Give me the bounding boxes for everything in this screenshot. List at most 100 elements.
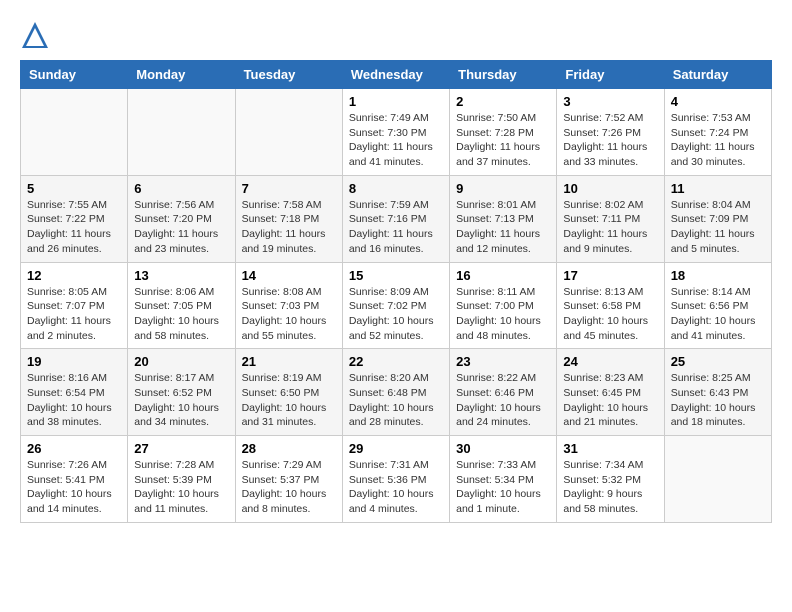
- calendar-cell: 10 Sunrise: 8:02 AM Sunset: 7:11 PM Dayli…: [557, 175, 664, 262]
- logo-icon: [20, 20, 50, 50]
- day-info: Sunrise: 7:49 AM Sunset: 7:30 PM Dayligh…: [349, 111, 443, 170]
- day-info: Sunrise: 8:01 AM Sunset: 7:13 PM Dayligh…: [456, 198, 550, 257]
- day-info: Sunrise: 8:13 AM Sunset: 6:58 PM Dayligh…: [563, 285, 657, 344]
- day-info: Sunrise: 8:22 AM Sunset: 6:46 PM Dayligh…: [456, 371, 550, 430]
- calendar-cell: 19 Sunrise: 8:16 AM Sunset: 6:54 PM Dayli…: [21, 349, 128, 436]
- column-header-saturday: Saturday: [664, 61, 771, 89]
- week-row-5: 26 Sunrise: 7:26 AM Sunset: 5:41 PM Dayli…: [21, 436, 772, 523]
- day-number: 11: [671, 181, 765, 196]
- day-number: 3: [563, 94, 657, 109]
- day-info: Sunrise: 7:26 AM Sunset: 5:41 PM Dayligh…: [27, 458, 121, 517]
- calendar-cell: 22 Sunrise: 8:20 AM Sunset: 6:48 PM Dayli…: [342, 349, 449, 436]
- calendar-cell: 14 Sunrise: 8:08 AM Sunset: 7:03 PM Dayli…: [235, 262, 342, 349]
- day-number: 26: [27, 441, 121, 456]
- day-info: Sunrise: 8:04 AM Sunset: 7:09 PM Dayligh…: [671, 198, 765, 257]
- calendar-cell: 6 Sunrise: 7:56 AM Sunset: 7:20 PM Daylig…: [128, 175, 235, 262]
- day-number: 6: [134, 181, 228, 196]
- day-info: Sunrise: 7:50 AM Sunset: 7:28 PM Dayligh…: [456, 111, 550, 170]
- calendar-cell: 17 Sunrise: 8:13 AM Sunset: 6:58 PM Dayli…: [557, 262, 664, 349]
- calendar-cell: [21, 89, 128, 176]
- day-info: Sunrise: 8:23 AM Sunset: 6:45 PM Dayligh…: [563, 371, 657, 430]
- calendar-cell: 21 Sunrise: 8:19 AM Sunset: 6:50 PM Dayli…: [235, 349, 342, 436]
- day-info: Sunrise: 7:52 AM Sunset: 7:26 PM Dayligh…: [563, 111, 657, 170]
- calendar-cell: 25 Sunrise: 8:25 AM Sunset: 6:43 PM Dayli…: [664, 349, 771, 436]
- calendar-table: SundayMondayTuesdayWednesdayThursdayFrid…: [20, 60, 772, 523]
- week-row-1: 1Sunrise: 7:49 AM Sunset: 7:30 PM Daylig…: [21, 89, 772, 176]
- calendar-cell: 7Sunrise: 7:58 AM Sunset: 7:18 PM Daylig…: [235, 175, 342, 262]
- calendar-cell: 16 Sunrise: 8:11 AM Sunset: 7:00 PM Dayli…: [450, 262, 557, 349]
- day-info: Sunrise: 8:19 AM Sunset: 6:50 PM Dayligh…: [242, 371, 336, 430]
- day-number: 5: [27, 181, 121, 196]
- calendar-cell: 3 Sunrise: 7:52 AM Sunset: 7:26 PM Daylig…: [557, 89, 664, 176]
- header-row: SundayMondayTuesdayWednesdayThursdayFrid…: [21, 61, 772, 89]
- day-number: 4: [671, 94, 765, 109]
- calendar-cell: [235, 89, 342, 176]
- day-number: 24: [563, 354, 657, 369]
- day-info: Sunrise: 7:29 AM Sunset: 5:37 PM Dayligh…: [242, 458, 336, 517]
- day-info: Sunrise: 7:55 AM Sunset: 7:22 PM Dayligh…: [27, 198, 121, 257]
- day-number: 22: [349, 354, 443, 369]
- day-number: 12: [27, 268, 121, 283]
- day-info: Sunrise: 8:08 AM Sunset: 7:03 PM Dayligh…: [242, 285, 336, 344]
- column-header-friday: Friday: [557, 61, 664, 89]
- day-info: Sunrise: 8:17 AM Sunset: 6:52 PM Dayligh…: [134, 371, 228, 430]
- day-info: Sunrise: 8:20 AM Sunset: 6:48 PM Dayligh…: [349, 371, 443, 430]
- day-number: 27: [134, 441, 228, 456]
- day-number: 29: [349, 441, 443, 456]
- day-number: 13: [134, 268, 228, 283]
- column-header-tuesday: Tuesday: [235, 61, 342, 89]
- day-info: Sunrise: 8:25 AM Sunset: 6:43 PM Dayligh…: [671, 371, 765, 430]
- calendar-cell: [664, 436, 771, 523]
- week-row-4: 19 Sunrise: 8:16 AM Sunset: 6:54 PM Dayli…: [21, 349, 772, 436]
- header: [20, 20, 772, 50]
- week-row-3: 12Sunrise: 8:05 AM Sunset: 7:07 PM Dayli…: [21, 262, 772, 349]
- calendar-cell: 29Sunrise: 7:31 AM Sunset: 5:36 PM Dayli…: [342, 436, 449, 523]
- calendar-cell: 2Sunrise: 7:50 AM Sunset: 7:28 PM Daylig…: [450, 89, 557, 176]
- day-info: Sunrise: 7:58 AM Sunset: 7:18 PM Dayligh…: [242, 198, 336, 257]
- week-row-2: 5 Sunrise: 7:55 AM Sunset: 7:22 PM Daylig…: [21, 175, 772, 262]
- day-info: Sunrise: 7:28 AM Sunset: 5:39 PM Dayligh…: [134, 458, 228, 517]
- calendar-cell: 24 Sunrise: 8:23 AM Sunset: 6:45 PM Dayli…: [557, 349, 664, 436]
- calendar-cell: 12Sunrise: 8:05 AM Sunset: 7:07 PM Dayli…: [21, 262, 128, 349]
- day-info: Sunrise: 7:56 AM Sunset: 7:20 PM Dayligh…: [134, 198, 228, 257]
- day-info: Sunrise: 8:02 AM Sunset: 7:11 PM Dayligh…: [563, 198, 657, 257]
- day-number: 8: [349, 181, 443, 196]
- day-number: 25: [671, 354, 765, 369]
- day-number: 18: [671, 268, 765, 283]
- column-header-thursday: Thursday: [450, 61, 557, 89]
- column-header-wednesday: Wednesday: [342, 61, 449, 89]
- calendar-cell: 8 Sunrise: 7:59 AM Sunset: 7:16 PM Daylig…: [342, 175, 449, 262]
- day-number: 16: [456, 268, 550, 283]
- calendar-cell: 20 Sunrise: 8:17 AM Sunset: 6:52 PM Dayli…: [128, 349, 235, 436]
- day-number: 15: [349, 268, 443, 283]
- logo: [20, 20, 55, 50]
- calendar-cell: [128, 89, 235, 176]
- day-info: Sunrise: 8:16 AM Sunset: 6:54 PM Dayligh…: [27, 371, 121, 430]
- day-number: 30: [456, 441, 550, 456]
- day-info: Sunrise: 8:11 AM Sunset: 7:00 PM Dayligh…: [456, 285, 550, 344]
- day-number: 20: [134, 354, 228, 369]
- day-number: 9: [456, 181, 550, 196]
- day-number: 19: [27, 354, 121, 369]
- calendar-cell: 28Sunrise: 7:29 AM Sunset: 5:37 PM Dayli…: [235, 436, 342, 523]
- calendar-cell: 15 Sunrise: 8:09 AM Sunset: 7:02 PM Dayli…: [342, 262, 449, 349]
- calendar-cell: 26 Sunrise: 7:26 AM Sunset: 5:41 PM Dayli…: [21, 436, 128, 523]
- day-info: Sunrise: 8:09 AM Sunset: 7:02 PM Dayligh…: [349, 285, 443, 344]
- day-number: 31: [563, 441, 657, 456]
- day-number: 10: [563, 181, 657, 196]
- day-info: Sunrise: 8:14 AM Sunset: 6:56 PM Dayligh…: [671, 285, 765, 344]
- calendar-cell: 4 Sunrise: 7:53 AM Sunset: 7:24 PM Daylig…: [664, 89, 771, 176]
- day-info: Sunrise: 8:06 AM Sunset: 7:05 PM Dayligh…: [134, 285, 228, 344]
- calendar-cell: 27 Sunrise: 7:28 AM Sunset: 5:39 PM Dayli…: [128, 436, 235, 523]
- calendar-cell: 9 Sunrise: 8:01 AM Sunset: 7:13 PM Daylig…: [450, 175, 557, 262]
- day-info: Sunrise: 7:33 AM Sunset: 5:34 PM Dayligh…: [456, 458, 550, 517]
- calendar-cell: 31Sunrise: 7:34 AM Sunset: 5:32 PM Dayli…: [557, 436, 664, 523]
- calendar-cell: 5 Sunrise: 7:55 AM Sunset: 7:22 PM Daylig…: [21, 175, 128, 262]
- day-number: 21: [242, 354, 336, 369]
- day-info: Sunrise: 7:59 AM Sunset: 7:16 PM Dayligh…: [349, 198, 443, 257]
- day-number: 14: [242, 268, 336, 283]
- day-number: 17: [563, 268, 657, 283]
- day-info: Sunrise: 7:53 AM Sunset: 7:24 PM Dayligh…: [671, 111, 765, 170]
- calendar-cell: 30 Sunrise: 7:33 AM Sunset: 5:34 PM Dayli…: [450, 436, 557, 523]
- day-number: 23: [456, 354, 550, 369]
